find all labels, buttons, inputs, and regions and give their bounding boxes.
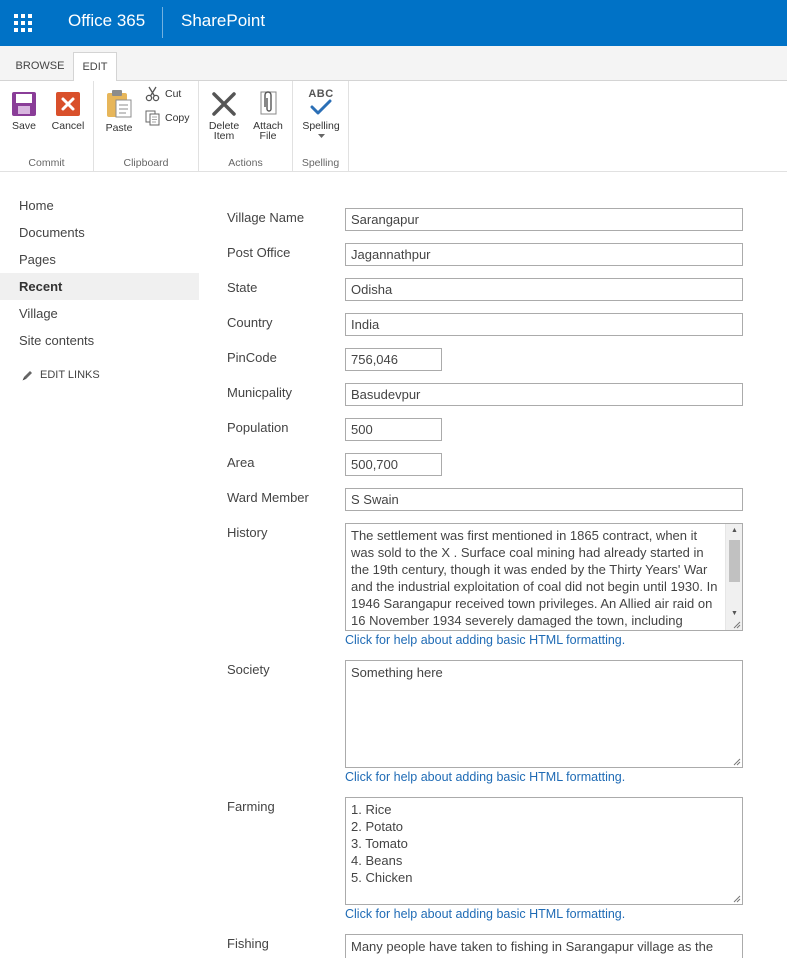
society-label: Society — [227, 662, 270, 677]
quick-launch-nav: Home Documents Pages Recent Village Site… — [0, 192, 199, 383]
pencil-icon — [22, 370, 32, 380]
attach-file-button[interactable]: Attach File — [249, 89, 287, 141]
spelling-group-label: Spelling — [301, 157, 340, 169]
history-html-help-link[interactable]: Click for help about adding basic HTML f… — [345, 633, 625, 647]
nav-item-home[interactable]: Home — [0, 192, 199, 219]
ribbon-group-actions: Delete Item Attach File Actions — [199, 81, 293, 172]
farming-textarea[interactable]: 1. Rice 2. Potato 3. Tomato 4. Beans 5. … — [345, 797, 743, 905]
fishing-label: Fishing — [227, 936, 269, 951]
ribbon-group-clipboard: Paste Cut Copy Clipboard — [94, 81, 199, 172]
abc-check-icon: ABC — [299, 89, 343, 121]
village-name-input[interactable]: Sarangapur — [345, 208, 743, 231]
cancel-icon — [56, 92, 80, 116]
ward-member-label: Ward Member — [227, 490, 309, 505]
pincode-input[interactable]: 756,046 — [345, 348, 442, 371]
nav-item-pages[interactable]: Pages — [0, 246, 199, 273]
delete-item-button[interactable]: Delete Item — [205, 91, 243, 141]
population-label: Population — [227, 420, 289, 435]
fishing-textarea[interactable]: Many people have taken to fishing in Sar… — [345, 934, 743, 958]
country-input[interactable]: India — [345, 313, 743, 336]
save-button[interactable]: Save — [6, 91, 42, 131]
farming-text: 1. Rice 2. Potato 3. Tomato 4. Beans 5. … — [351, 802, 413, 885]
area-label: Area — [227, 455, 255, 470]
save-label: Save — [12, 120, 36, 132]
nav-item-recent[interactable]: Recent — [0, 273, 199, 300]
farming-html-help-link[interactable]: Click for help about adding basic HTML f… — [345, 907, 625, 921]
farming-label: Farming — [227, 799, 275, 814]
paste-label: Paste — [105, 122, 133, 134]
scroll-down-icon[interactable]: ▼ — [726, 607, 742, 621]
fishing-text: Many people have taken to fishing in Sar… — [351, 939, 714, 954]
suite-bar-divider — [162, 7, 163, 38]
edit-links-button[interactable]: EDIT LINKS — [0, 367, 199, 383]
history-textarea[interactable]: The settlement was first mentioned in 18… — [345, 523, 743, 631]
municipality-label: Municpality — [227, 385, 293, 400]
cut-label: Cut — [165, 88, 182, 100]
ribbon-group-commit: Save Cancel Commit — [0, 81, 94, 172]
ribbon: Save Cancel Commit Paste Cut Copy Clipbo… — [0, 81, 787, 172]
spelling-label: Spelling — [302, 120, 340, 132]
attach-file-label-line2: File — [259, 130, 277, 142]
scissors-icon — [145, 86, 160, 102]
society-text: Something here — [351, 665, 443, 680]
post-office-label: Post Office — [227, 245, 291, 260]
paste-icon — [107, 90, 132, 118]
cut-button[interactable]: Cut — [145, 86, 181, 102]
tab-browse[interactable]: BROWSE — [10, 52, 70, 81]
commit-group-label: Commit — [28, 157, 65, 169]
village-name-label: Village Name — [227, 210, 305, 225]
copy-icon — [145, 110, 160, 126]
abc-text: ABC — [308, 88, 334, 100]
save-icon — [12, 92, 36, 116]
state-label: State — [227, 280, 258, 295]
population-input[interactable]: 500 — [345, 418, 442, 441]
resize-grip-icon[interactable] — [732, 620, 741, 629]
ward-member-input[interactable]: S Swain — [345, 488, 743, 511]
clipboard-group-label: Clipboard — [123, 157, 169, 169]
spelling-button[interactable]: ABC Spelling — [299, 89, 343, 139]
scroll-thumb[interactable] — [729, 540, 740, 582]
suite-bar: Office 365 SharePoint — [0, 0, 787, 46]
post-office-input[interactable]: Jagannathpur — [345, 243, 743, 266]
edit-links-label: EDIT LINKS — [40, 369, 100, 381]
pincode-label: PinCode — [227, 350, 277, 365]
attach-paperclip-icon — [260, 91, 277, 115]
app-launcher-button[interactable] — [0, 0, 46, 46]
checkmark-icon — [310, 99, 332, 115]
chevron-down-icon — [317, 134, 325, 138]
delete-x-icon — [212, 92, 236, 116]
copy-button[interactable]: Copy — [145, 110, 190, 126]
actions-group-label: Actions — [228, 157, 263, 169]
cancel-label: Cancel — [51, 120, 85, 132]
history-text: The settlement was first mentioned in 18… — [351, 528, 722, 628]
municipality-input[interactable]: Basudevpur — [345, 383, 743, 406]
sharepoint-app-title[interactable]: SharePoint — [181, 11, 265, 31]
society-textarea[interactable]: Something here — [345, 660, 743, 768]
office365-brand[interactable]: Office 365 — [68, 11, 145, 31]
waffle-icon — [14, 14, 32, 32]
history-scrollbar[interactable]: ▲ ▼ — [725, 524, 742, 630]
country-label: Country — [227, 315, 273, 330]
resize-grip-icon[interactable] — [732, 894, 741, 903]
paste-button[interactable]: Paste — [102, 89, 136, 133]
scroll-up-icon[interactable]: ▲ — [726, 524, 742, 538]
resize-grip-icon[interactable] — [732, 757, 741, 766]
ribbon-group-spelling: ABC Spelling Spelling — [293, 81, 349, 172]
tab-edit[interactable]: EDIT — [73, 52, 117, 82]
copy-label: Copy — [165, 112, 190, 124]
delete-item-label-line2: Item — [213, 130, 235, 142]
cancel-button[interactable]: Cancel — [49, 91, 87, 131]
nav-item-village[interactable]: Village — [0, 300, 199, 327]
ribbon-tab-bar: BROWSE EDIT — [0, 46, 787, 82]
society-html-help-link[interactable]: Click for help about adding basic HTML f… — [345, 770, 625, 784]
state-input[interactable]: Odisha — [345, 278, 743, 301]
nav-item-documents[interactable]: Documents — [0, 219, 199, 246]
history-label: History — [227, 525, 268, 540]
area-input[interactable]: 500,700 — [345, 453, 442, 476]
nav-item-site-contents[interactable]: Site contents — [0, 327, 199, 354]
